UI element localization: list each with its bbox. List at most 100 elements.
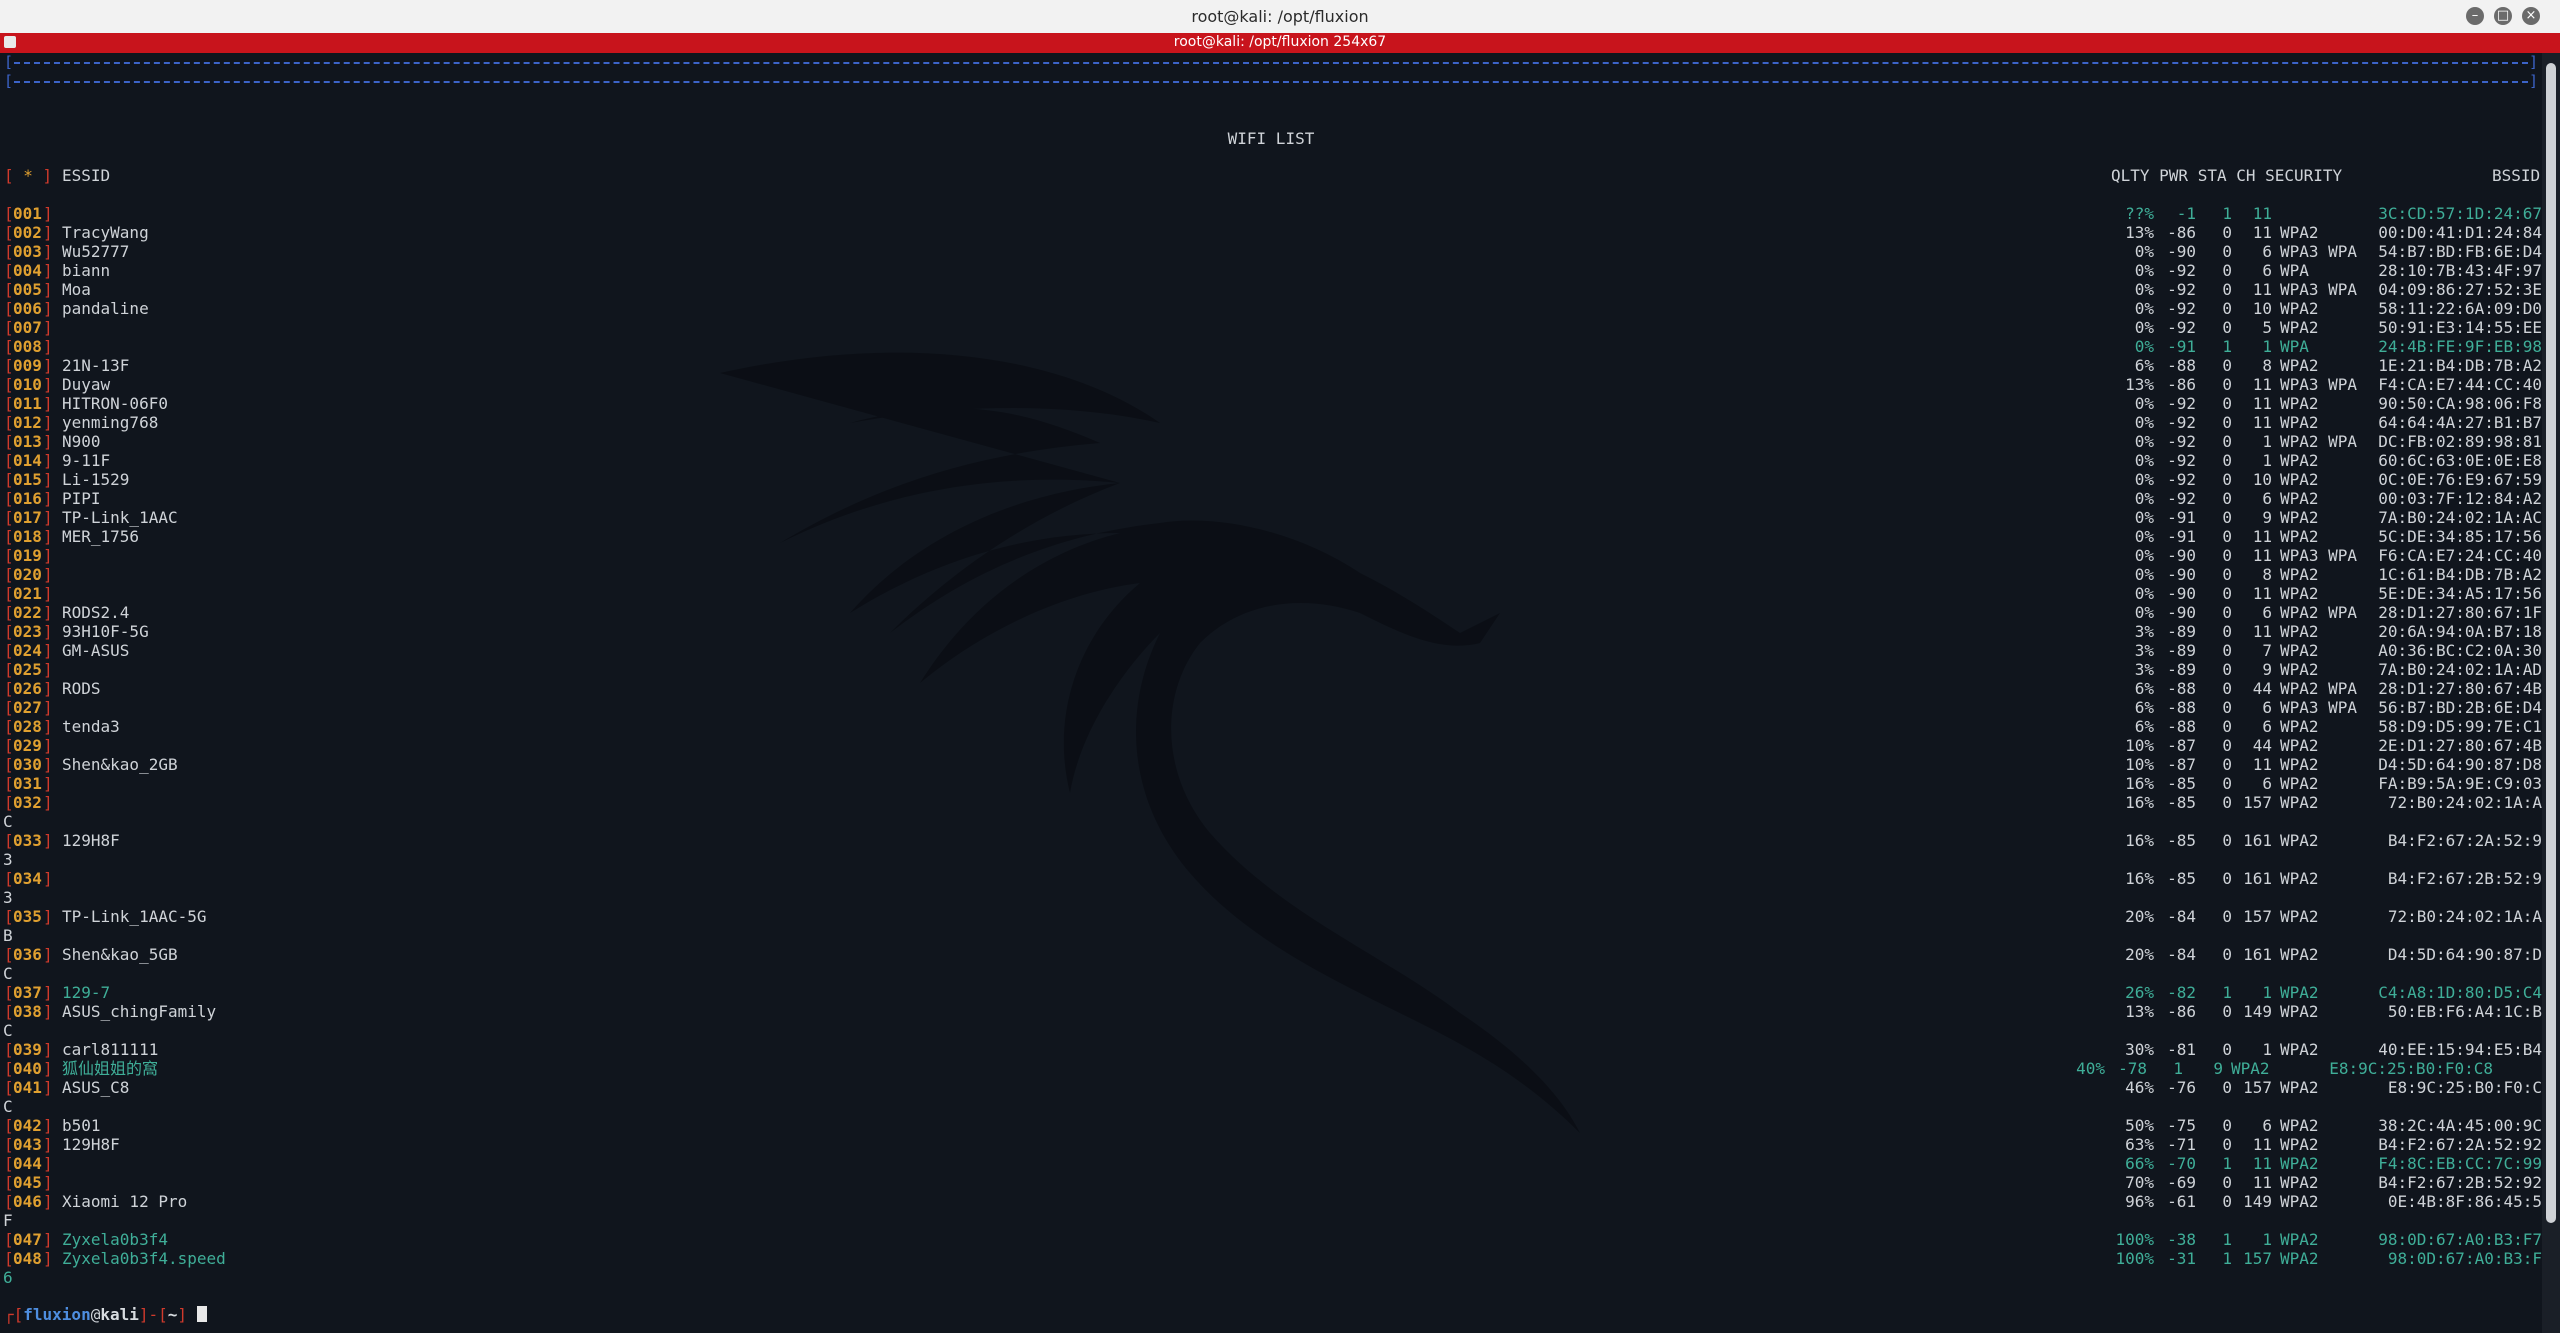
wifi-row[interactable]: [042] b501 50% -75 0 6 WPA2 38:2C:4A:45:00:9C — [0, 1116, 2542, 1135]
wifi-row[interactable]: [028] tenda3 6% -88 0 6 WPA2 58:D9:D5:99:7E:C1 — [0, 717, 2542, 736]
wifi-row[interactable]: [035] TP-Link_1AAC-5G 20% -84 0 157 WPA2 72:B0:… — [0, 907, 2542, 926]
power: -89 — [2167, 622, 2196, 641]
wifi-row[interactable]: [024] GM-ASUS 3% -89 0 7 WPA2 A0:36:BC:C2:0A:30 — [0, 641, 2542, 660]
wifi-row[interactable]: [044] 66% -70 1 11 WPA2 F4:8C:EB:CC:7C:99 — [0, 1154, 2542, 1173]
bssid: 90:50:CA:98:06:F8 — [2378, 394, 2542, 413]
stations: 1 — [2222, 204, 2232, 223]
wifi-row[interactable]: [018] MER_1756 0% -91 0 11 WPA2 5C:DE:34:85:17:… — [0, 527, 2542, 546]
wifi-row[interactable]: [011] HITRON-06F0 0% -92 0 11 WPA2 90:50:CA:98:… — [0, 394, 2542, 413]
row-bracket: ] — [43, 1040, 53, 1059]
bssid: F6:CA:E7:24:CC:40 — [2378, 546, 2542, 565]
row-bracket: ] — [43, 1249, 53, 1268]
quality: 0% — [2134, 584, 2154, 603]
security: WPA2 — [2231, 1059, 2270, 1078]
wifi-row[interactable]: [046] Xiaomi 12 Pro 96% -61 0 149 WPA2 0E:4B:8F… — [0, 1192, 2542, 1211]
essid: 129-7 — [62, 983, 111, 1002]
essid: TracyWang — [62, 223, 149, 242]
wrapped-bssid-char: 3 — [3, 850, 13, 869]
wifi-row[interactable]: [017] TP-Link_1AAC 0% -91 0 9 WPA2 7A:B0:24:02:… — [0, 508, 2542, 527]
wifi-row[interactable]: [034] 16% -85 0 161 WPA2 B4:F2:67:2B:52:9 — [0, 869, 2542, 888]
scrollbar-thumb[interactable] — [2546, 63, 2556, 1223]
wifi-row[interactable]: [004] biann 0% -92 0 6 WPA 28:10:7B:43:4F:97 — [0, 261, 2542, 280]
essid: RODS2.4 — [62, 603, 130, 622]
wifi-row[interactable]: [041] ASUS_C8 46% -76 0 157 WPA2 E8:9C:25:B0:F0… — [0, 1078, 2542, 1097]
power: -88 — [2167, 356, 2196, 375]
terminal-tab[interactable]: root@kali: /opt/fluxion 254x67 — [0, 33, 2560, 53]
wifi-row[interactable]: [021] 0% -90 0 11 WPA2 5E:DE:34:A5:17:56 — [0, 584, 2542, 603]
wifi-row[interactable]: [029] 10% -87 0 44 WPA2 2E:D1:27:80:67:4B — [0, 736, 2542, 755]
wifi-row[interactable]: [020] 0% -90 0 8 WPA2 1C:61:B4:DB:7B:A2 — [0, 565, 2542, 584]
wifi-row[interactable]: [030] Shen&kao_2GB 10% -87 0 11 WPA2 D4:5D:64:9… — [0, 755, 2542, 774]
wifi-row[interactable]: [009] 21N-13F 6% -88 0 8 WPA2 1E:21:B4:DB:7B:A2 — [0, 356, 2542, 375]
essid: 21N-13F — [62, 356, 130, 375]
channel: 10 — [2252, 470, 2272, 489]
wifi-row[interactable]: [022] RODS2.4 0% -90 0 6 WPA2 WPA 28:D1:27:80:6… — [0, 603, 2542, 622]
row-bracket: ] — [43, 565, 53, 584]
wifi-row[interactable]: [040] 狐仙姐姐的窩 40% -78 1 9 WPA2 E8:9C:25:B0:F0:C8 — [0, 1059, 2542, 1078]
stations: 0 — [2222, 394, 2232, 413]
terminal-area[interactable]: [] [] WIFI LIST [ * ] ESSID QLTY PWR STA… — [0, 53, 2542, 1333]
wifi-row[interactable]: [027] 6% -88 0 6 WPA3 WPA 56:B7:BD:2B:6E:D4 — [0, 698, 2542, 717]
bssid: F4:8C:EB:CC:7C:99 — [2378, 1154, 2542, 1173]
wifi-row[interactable]: [008] 0% -91 1 1 WPA 24:4B:FE:9F:EB:98 — [0, 337, 2542, 356]
wifi-row[interactable]: [023] 93H10F-5G 3% -89 0 11 WPA2 20:6A:94:0A:B7… — [0, 622, 2542, 641]
stations: 0 — [2222, 698, 2232, 717]
security: WPA2 — [2280, 793, 2319, 812]
scrollbar[interactable] — [2542, 53, 2560, 1333]
stations: 0 — [2222, 242, 2232, 261]
row-number: 010 — [13, 375, 42, 394]
shell-prompt[interactable]: ┌[fluxion@kali]-[~] — [4, 1305, 207, 1324]
minimize-icon[interactable]: – — [2466, 7, 2484, 25]
wifi-row[interactable]: [001]??% -1 1 11 3C:CD:57:1D:24:67 — [0, 204, 2542, 223]
wifi-row[interactable]: [048] Zyxela0b3f4.speed 100% -31 1 157 WPA2 98:… — [0, 1249, 2542, 1268]
security: WPA2 — [2280, 622, 2319, 641]
quality: 0% — [2134, 413, 2154, 432]
bssid: 7A:B0:24:02:1A:AD — [2378, 660, 2542, 679]
wifi-row[interactable]: [007] 0% -92 0 5 WPA2 50:91:E3:14:55:EE — [0, 318, 2542, 337]
wifi-row[interactable]: [016] PIPI 0% -92 0 6 WPA2 00:03:7F:12:84:A2 — [0, 489, 2542, 508]
window-titlebar[interactable]: root@kali: /opt/fluxion – □ × — [0, 0, 2560, 34]
wifi-row[interactable]: [036] Shen&kao_5GB 20% -84 0 161 WPA2 D4:5D:64:… — [0, 945, 2542, 964]
stations: 0 — [2222, 1078, 2232, 1097]
wifi-row[interactable]: [033] 129H8F 16% -85 0 161 WPA2 B4:F2:67:2A:52:… — [0, 831, 2542, 850]
wifi-row[interactable]: [002] TracyWang 13% -86 0 11 WPA2 00:D0:41:D1:2… — [0, 223, 2542, 242]
wifi-row[interactable]: [013] N900 0% -92 0 1 WPA2 WPA DC:FB:02:89:98:8… — [0, 432, 2542, 451]
channel: 8 — [2262, 565, 2272, 584]
wifi-row[interactable]: [039] carl811111 30% -81 0 1 WPA2 40:EE:15:94:E… — [0, 1040, 2542, 1059]
security: WPA2 — [2280, 945, 2319, 964]
stations: 0 — [2222, 1116, 2232, 1135]
stations: 0 — [2222, 717, 2232, 736]
security: WPA2 — [2280, 318, 2319, 337]
row-number: 037 — [13, 983, 42, 1002]
power: -82 — [2167, 983, 2196, 1002]
wifi-row[interactable]: [043] 129H8F 63% -71 0 11 WPA2 B4:F2:67:2A:52:9… — [0, 1135, 2542, 1154]
wifi-row[interactable]: [014] 9-11F 0% -92 0 1 WPA2 60:6C:63:0E:0E:E8 — [0, 451, 2542, 470]
wifi-row[interactable]: [015] Li-1529 0% -92 0 10 WPA2 0C:0E:76:E9:67:5… — [0, 470, 2542, 489]
bssid: B4:F2:67:2B:52:9 — [2387, 869, 2542, 888]
wifi-row[interactable]: [037] 129-7 26% -82 1 1 WPA2 C4:A8:1D:80:D5:C4 — [0, 983, 2542, 1002]
security: WPA2 — [2280, 584, 2319, 603]
wifi-row[interactable]: [032] 16% -85 0 157 WPA2 72:B0:24:02:1A:A — [0, 793, 2542, 812]
power: -87 — [2167, 736, 2196, 755]
wifi-row[interactable]: [045] 70% -69 0 11 WPA2 B4:F2:67:2B:52:92 — [0, 1173, 2542, 1192]
wifi-row[interactable]: [005] Moa 0% -92 0 11 WPA3 WPA 04:09:86:27:52:3… — [0, 280, 2542, 299]
wifi-row[interactable]: [003] Wu52777 0% -90 0 6 WPA3 WPA 54:B7:BD:FB:6… — [0, 242, 2542, 261]
wifi-row[interactable]: [047] Zyxela0b3f4 100% -38 1 1 WPA2 98:0D:67:A0… — [0, 1230, 2542, 1249]
wifi-row[interactable]: [038] ASUS_chingFamily 13% -86 0 149 WPA2 50:EB… — [0, 1002, 2542, 1021]
channel: 161 — [2243, 831, 2272, 850]
wifi-row[interactable]: [012] yenming768 0% -92 0 11 WPA2 64:64:4A:27:B… — [0, 413, 2542, 432]
row-bracket: ] — [43, 413, 53, 432]
quality: 16% — [2125, 774, 2154, 793]
wifi-row[interactable]: [025] 3% -89 0 9 WPA2 7A:B0:24:02:1A:AD — [0, 660, 2542, 679]
quality: 100% — [2115, 1249, 2154, 1268]
maximize-icon[interactable]: □ — [2494, 7, 2512, 25]
stations: 0 — [2222, 774, 2232, 793]
essid: N900 — [62, 432, 101, 451]
wifi-row[interactable]: [010] Duyaw 13% -86 0 11 WPA3 WPA F4:CA:E7:44:C… — [0, 375, 2542, 394]
row-bracket: ] — [43, 451, 53, 470]
wifi-row[interactable]: [019] 0% -90 0 11 WPA3 WPA F6:CA:E7:24:CC:40 — [0, 546, 2542, 565]
wifi-row[interactable]: [006] pandaline 0% -92 0 10 WPA2 58:11:22:6A:09… — [0, 299, 2542, 318]
wifi-row[interactable]: [031] 16% -85 0 6 WPA2 FA:B9:5A:9E:C9:03 — [0, 774, 2542, 793]
close-icon[interactable]: × — [2522, 7, 2540, 25]
wifi-row[interactable]: [026] RODS 6% -88 0 44 WPA2 WPA 28:D1:27:80:67:… — [0, 679, 2542, 698]
